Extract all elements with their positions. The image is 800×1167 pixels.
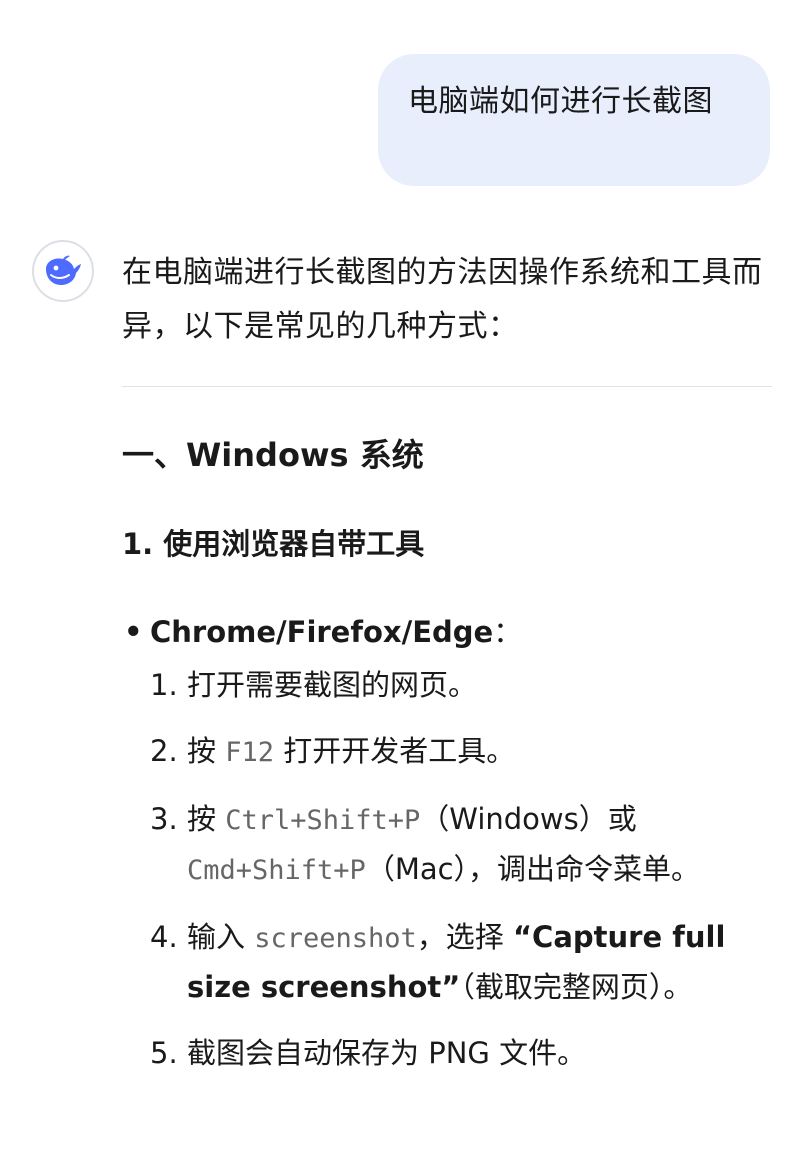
step-text-post: 打开开发者工具。 <box>274 734 516 768</box>
step-number: 5. <box>150 1036 178 1070</box>
list-item: 2. 按 F12 打开开发者工具。 <box>150 727 772 777</box>
browser-bullet: • Chrome/Firefox/Edge： <box>122 609 772 655</box>
step-text-post: （截取完整网页）。 <box>460 970 693 1004</box>
inline-code: screenshot <box>254 923 417 954</box>
inline-code: Cmd+Shift+P <box>187 855 366 886</box>
step-text-mid: ，选择 <box>416 920 513 954</box>
list-item: 5. 截图会自动保存为 PNG 文件。 <box>150 1029 772 1077</box>
step-text: 打开需要截图的网页。 <box>187 668 478 702</box>
step-number: 2. <box>150 734 178 768</box>
list-item: 4. 输入 screenshot，选择 “Capture full size s… <box>150 913 772 1011</box>
whale-logo-icon <box>46 255 81 285</box>
assistant-answer: 在电脑端进行长截图的方法因操作系统和工具而异，以下是常见的几种方式： 一、Win… <box>122 246 772 1095</box>
steps-list: 1. 打开需要截图的网页。 2. 按 F12 打开开发者工具。 3. 按 Ctr… <box>122 661 772 1077</box>
bullet-dot-icon: • <box>124 615 143 649</box>
user-message-text: 电脑端如何进行长截图 <box>408 84 713 119</box>
list-item: 3. 按 Ctrl+Shift+P（Windows）或 Cmd+Shift+P（M… <box>150 795 772 895</box>
step-text: 截图会自动保存为 PNG 文件。 <box>187 1036 587 1070</box>
inline-code: Ctrl+Shift+P <box>225 805 421 836</box>
subsection-heading: 1. 使用浏览器自带工具 <box>122 527 425 561</box>
inline-code: F12 <box>225 737 274 768</box>
section-divider <box>122 386 772 387</box>
step-text-pre: 按 <box>187 734 226 768</box>
step-text-pre: 按 <box>187 802 226 836</box>
step-text-pre: 输入 <box>187 920 255 954</box>
bullet-suffix: ： <box>493 615 523 649</box>
bullet-label: Chrome/Firefox/Edge <box>150 615 494 649</box>
step-number: 4. <box>150 920 178 954</box>
user-message-bubble: 电脑端如何进行长截图 <box>378 54 770 186</box>
step-text-post: （Mac），调出命令菜单。 <box>365 852 701 886</box>
step-text-mid: （Windows）或 <box>420 802 637 836</box>
step-number: 3. <box>150 802 178 836</box>
step-number: 1. <box>150 668 178 702</box>
list-item: 1. 打开需要截图的网页。 <box>150 661 772 709</box>
answer-intro: 在电脑端进行长截图的方法因操作系统和工具而异，以下是常见的几种方式： <box>122 255 763 344</box>
assistant-avatar <box>32 240 94 302</box>
section-heading: 一、Windows 系统 <box>122 436 424 474</box>
